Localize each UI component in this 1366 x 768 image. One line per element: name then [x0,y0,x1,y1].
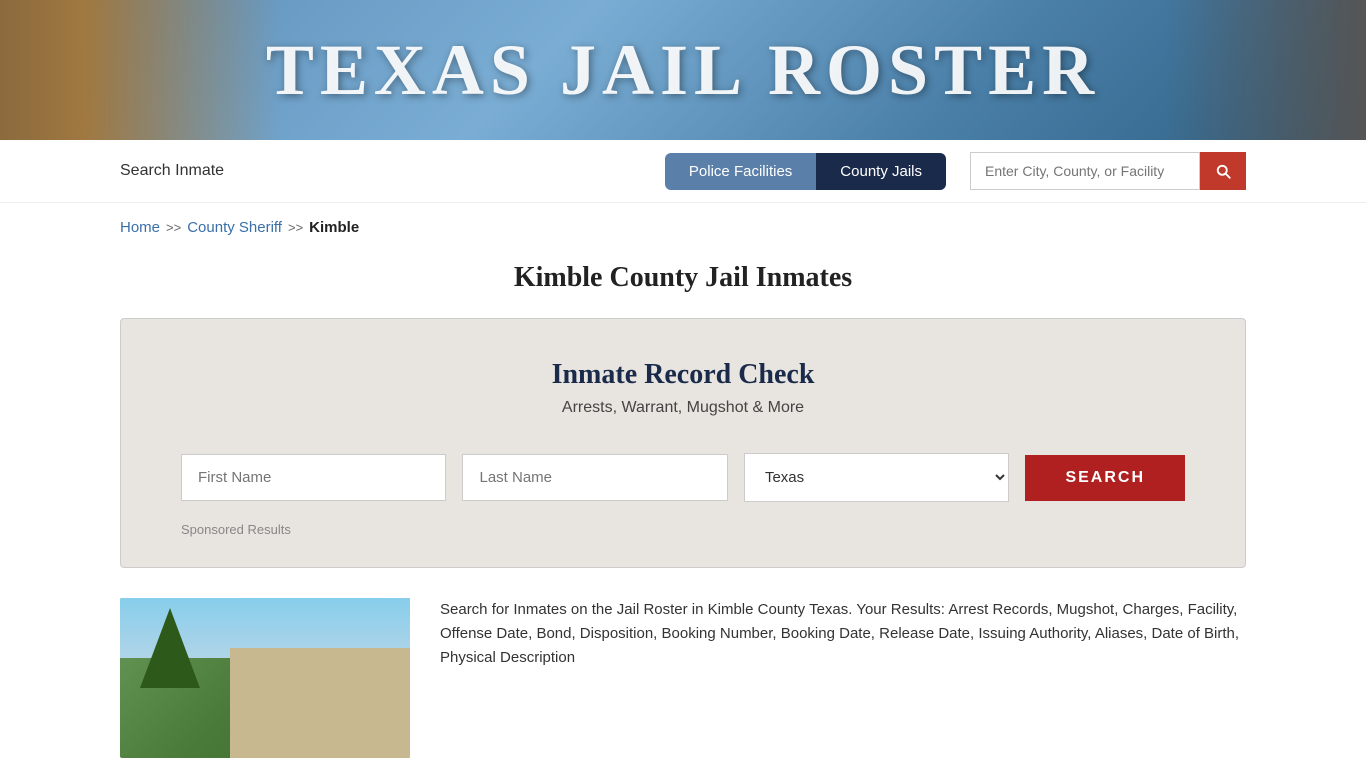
card-subtitle: Arrests, Warrant, Mugshot & More [181,399,1185,417]
record-check-card: Inmate Record Check Arrests, Warrant, Mu… [120,318,1246,568]
capitol-image [0,0,280,140]
card-title: Inmate Record Check [181,359,1185,391]
breadcrumb-county-sheriff[interactable]: County Sheriff [187,219,282,236]
last-name-input[interactable] [462,454,727,501]
description-text: Search for Inmates on the Jail Roster in… [440,598,1246,670]
site-title: Texas Jail Roster [266,29,1100,112]
keys-image [1166,0,1366,140]
police-facilities-button[interactable]: Police Facilities [665,153,816,190]
page-title: Kimble County Jail Inmates [0,262,1366,294]
breadcrumb: Home >> County Sheriff >> Kimble [0,203,1366,252]
state-select[interactable]: AlabamaAlaskaArizonaArkansasCaliforniaCo… [744,453,1009,502]
sponsored-results-label: Sponsored Results [181,522,1185,537]
search-icon [1214,162,1232,180]
breadcrumb-current: Kimble [309,219,359,236]
search-inmate-label: Search Inmate [120,162,224,180]
page-title-section: Kimble County Jail Inmates [0,252,1366,318]
facility-search-input[interactable] [970,152,1200,190]
breadcrumb-home[interactable]: Home [120,219,160,236]
facility-search-wrapper [970,152,1246,190]
navbar: Search Inmate Police Facilities County J… [0,140,1366,203]
breadcrumb-separator-1: >> [166,220,181,235]
nav-buttons: Police Facilities County Jails [665,153,946,190]
facility-search-button[interactable] [1200,152,1246,190]
county-jails-button[interactable]: County Jails [816,153,946,190]
thumbnail-building [230,648,410,758]
inmate-search-button[interactable]: SEARCH [1025,455,1185,501]
first-name-input[interactable] [181,454,446,501]
bottom-section: Search for Inmates on the Jail Roster in… [0,598,1366,758]
header-banner: Texas Jail Roster [0,0,1366,140]
inmate-search-row: AlabamaAlaskaArizonaArkansasCaliforniaCo… [181,453,1185,502]
county-thumbnail [120,598,410,758]
breadcrumb-separator-2: >> [288,220,303,235]
